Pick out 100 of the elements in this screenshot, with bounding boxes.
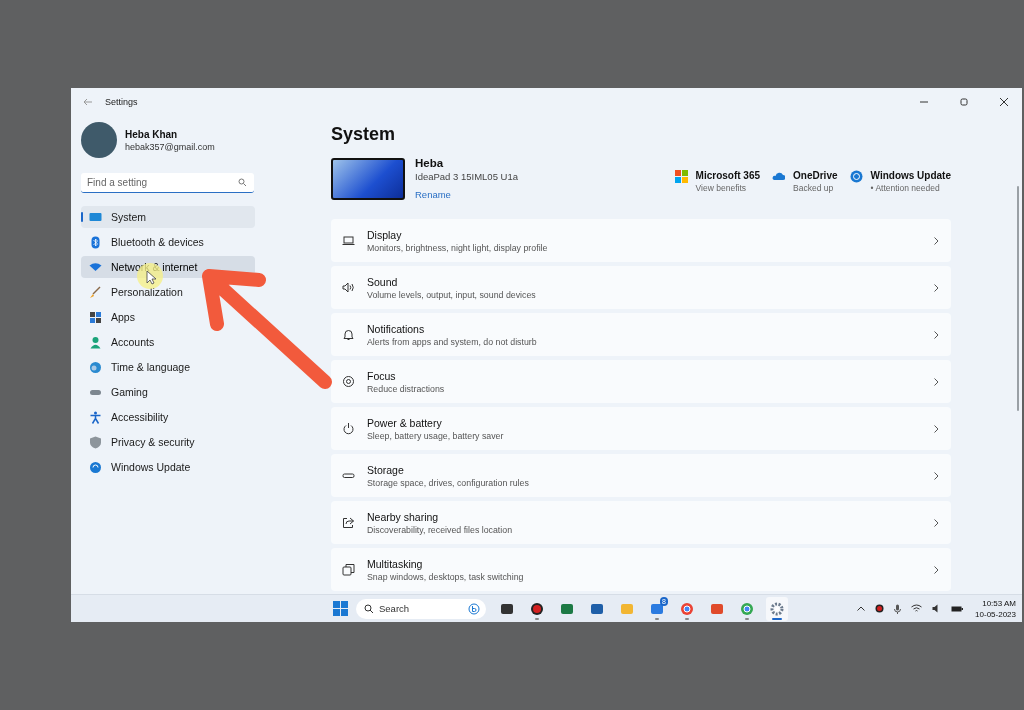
setting-title: Nearby sharing	[367, 510, 440, 523]
setting-title: Focus	[367, 369, 397, 382]
settings-card[interactable]: Storage Storage space, drives, configuration rules	[331, 454, 951, 497]
restore-icon[interactable]	[960, 98, 968, 106]
app-icon	[710, 601, 724, 616]
battery-icon[interactable]	[951, 604, 964, 613]
account-email: hebak357@gmail.com	[125, 141, 215, 152]
sidebar-item[interactable]: Time & language	[81, 356, 255, 378]
setting-description: Reduce distractions	[367, 383, 446, 394]
app-icon	[680, 601, 694, 616]
monitor-icon	[89, 210, 102, 224]
app-icon	[740, 601, 754, 616]
setting-description: Storage space, drives, configuration rules	[367, 477, 530, 488]
device-model: IdeaPad 3 15IML05 U1a	[415, 170, 518, 182]
accessibility-icon	[89, 410, 102, 424]
sidebar-item[interactable]: Gaming	[81, 381, 255, 403]
sidebar-item[interactable]: System	[81, 206, 255, 228]
app-icon	[530, 601, 544, 616]
sidebar-item[interactable]: Windows Update	[81, 456, 255, 478]
taskbar-search-field[interactable]: Search	[356, 598, 486, 619]
setting-description: Volume levels, output, input, sound devices	[367, 289, 537, 300]
sidebar-item[interactable]: Privacy & security	[81, 431, 255, 453]
record-icon[interactable]	[875, 604, 885, 613]
app-icon	[770, 601, 784, 616]
settings-search-field[interactable]: Find a setting	[81, 173, 254, 193]
brush-icon	[89, 285, 102, 299]
setting-title: Multitasking	[367, 557, 424, 570]
service-status: View benefits	[695, 182, 747, 193]
close-icon[interactable]	[1000, 98, 1008, 106]
search-icon	[364, 604, 373, 613]
sync-icon	[849, 169, 863, 183]
settings-card[interactable]: Display Monitors, brightness, night light, display profile	[331, 219, 951, 262]
settings-card[interactable]: Sound Volume levels, output, input, sound devices	[331, 266, 951, 309]
sidebar-item[interactable]: Apps	[81, 306, 255, 328]
settings-card[interactable]: Multitasking Snap windows, desktops, task switching	[331, 548, 951, 591]
service-status: Backed up	[793, 182, 835, 193]
sidebar-item[interactable]: Accessibility	[81, 406, 255, 428]
service-title[interactable]: Microsoft 365	[695, 169, 761, 181]
globe-icon	[89, 360, 102, 374]
share-icon	[342, 516, 355, 529]
avatar	[81, 122, 117, 158]
letter-b-circle-icon[interactable]	[468, 602, 480, 615]
person-icon	[89, 335, 102, 349]
setting-title: Display	[367, 228, 403, 241]
sidebar-item[interactable]: Accounts	[81, 331, 255, 353]
bell-icon	[342, 328, 355, 341]
start-button-icon[interactable]	[333, 601, 348, 616]
chevron-right-icon	[934, 330, 939, 339]
chevron-right-icon	[934, 283, 939, 292]
settings-card[interactable]: Nearby sharing Discoverability, received files location	[331, 501, 951, 544]
apps-icon	[89, 310, 102, 324]
app-icon	[650, 601, 664, 616]
setting-description: Sleep, battery usage, battery saver	[367, 430, 505, 441]
chevron-up-icon[interactable]	[857, 606, 866, 611]
setting-description: Alerts from apps and system, do not disturb	[367, 336, 538, 347]
setting-description: Monitors, brightness, night light, display profile	[367, 242, 549, 253]
windows-stack-icon	[342, 563, 355, 576]
app-icon	[620, 601, 634, 616]
minimize-icon[interactable]	[920, 98, 928, 106]
setting-description: Snap windows, desktops, task switching	[367, 571, 525, 582]
power-icon	[342, 422, 355, 435]
setting-title: Storage	[367, 463, 405, 476]
chevron-right-icon	[934, 565, 939, 574]
rename-link[interactable]: Rename	[415, 188, 451, 200]
laptop-icon	[342, 234, 355, 247]
clock-date[interactable]: 10-05-2023	[975, 608, 1016, 620]
wifi-icon[interactable]	[911, 604, 923, 613]
service-title[interactable]: OneDrive	[793, 169, 838, 181]
service-status: • Attention needed	[870, 182, 941, 193]
chevron-right-icon	[934, 471, 939, 480]
chevron-right-icon	[934, 424, 939, 433]
service-title[interactable]: Windows Update	[870, 169, 951, 181]
chevron-right-icon	[934, 377, 939, 386]
scrollbar[interactable]	[1017, 186, 1019, 411]
microphone-icon[interactable]	[894, 603, 902, 614]
back-arrow-icon[interactable]	[83, 98, 93, 106]
shield-icon	[89, 435, 102, 449]
app-icon	[590, 601, 604, 616]
update-icon	[89, 460, 102, 474]
settings-card[interactable]: Focus Reduce distractions	[331, 360, 951, 403]
window-title: Settings	[105, 97, 138, 107]
app-icon	[500, 601, 514, 616]
wifi-icon	[89, 260, 102, 274]
settings-card[interactable]: Notifications Alerts from apps and system, do not disturb	[331, 313, 951, 356]
clock-time[interactable]: 10:53 AM	[982, 597, 1016, 609]
speaker-icon	[342, 281, 355, 294]
app-icon	[560, 601, 574, 616]
sidebar-item[interactable]: Bluetooth & devices	[81, 231, 255, 253]
focus-icon	[342, 375, 355, 388]
chevron-right-icon	[934, 518, 939, 527]
setting-title: Power & battery	[367, 416, 443, 429]
setting-title: Sound	[367, 275, 399, 288]
setting-description: Discoverability, received files location	[367, 524, 514, 535]
device-name: Heba	[415, 156, 445, 169]
search-icon	[238, 178, 246, 186]
bluetooth-icon	[89, 235, 102, 249]
chevron-right-icon	[934, 236, 939, 245]
setting-title: Notifications	[367, 322, 426, 335]
four-squares-icon	[674, 169, 688, 183]
settings-card[interactable]: Power & battery Sleep, battery usage, battery saver	[331, 407, 951, 450]
